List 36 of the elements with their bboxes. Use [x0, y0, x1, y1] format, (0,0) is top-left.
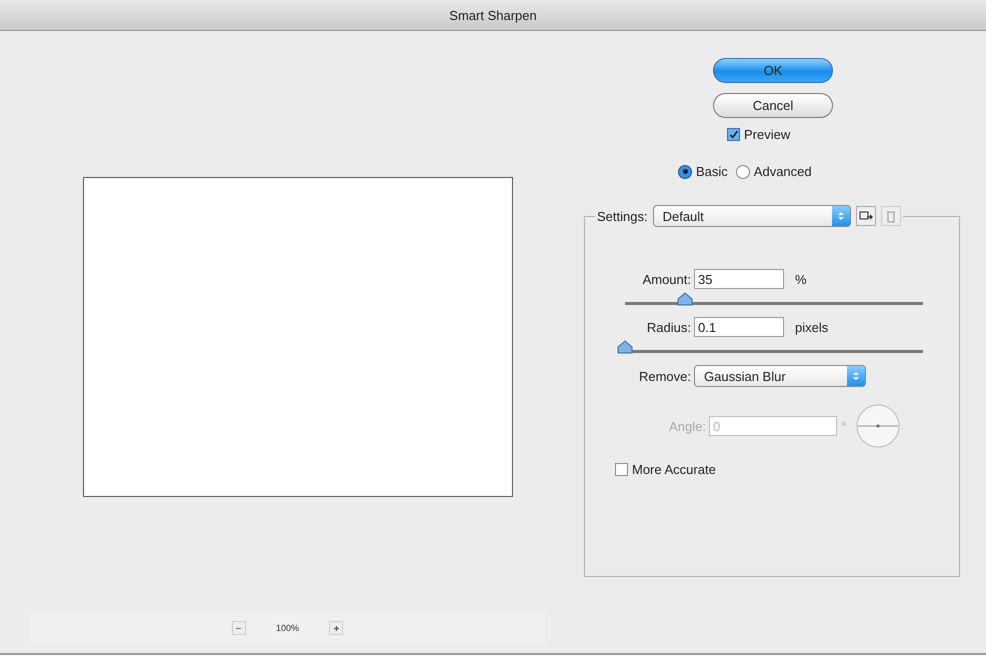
radio-label: Basic — [696, 164, 728, 179]
angle-dial[interactable] — [855, 403, 902, 449]
angle-label: Angle: — [668, 418, 706, 434]
unit-label: pixels — [795, 320, 828, 334]
plus-icon — [332, 624, 341, 632]
value-field[interactable]: 0.1 — [694, 317, 784, 337]
slider-thumb[interactable] — [676, 292, 693, 306]
parameter-label: Radius: — [646, 320, 691, 334]
remove-label: Remove: — [638, 368, 691, 384]
window-title: Smart Sharpen — [449, 8, 537, 22]
dialog-button[interactable]: OK — [713, 58, 833, 83]
more-accurate-checkbox[interactable] — [615, 463, 628, 476]
slider-thumb[interactable] — [617, 340, 633, 354]
degree-label: ° — [841, 418, 846, 434]
checkbox-label: Preview — [744, 127, 790, 142]
radio-label: Advanced — [754, 164, 812, 179]
save-settings-button[interactable] — [856, 206, 876, 226]
up-down-arrows-icon — [852, 370, 860, 382]
remove-dropdown[interactable]: Gaussian Blur — [694, 365, 866, 387]
checkbox-label: More Accurate — [632, 462, 716, 477]
preview-checkbox[interactable] — [727, 128, 740, 141]
value-field[interactable]: 35 — [694, 269, 784, 289]
delete-settings-button[interactable] — [880, 206, 901, 226]
dialog-button[interactable]: Cancel — [713, 93, 833, 118]
zoom-in-button[interactable] — [329, 621, 344, 635]
up-down-arrows-icon — [836, 210, 845, 222]
trash-icon — [886, 210, 896, 222]
unit-label: % — [795, 272, 807, 286]
box-arrow-icon — [858, 210, 873, 222]
settings-dropdown[interactable]: Default — [652, 205, 851, 227]
settings-label: Settings: — [597, 208, 648, 224]
zoom-level: 100% — [276, 623, 300, 633]
mode-radio[interactable] — [678, 164, 692, 178]
zoom-out-button[interactable] — [232, 621, 246, 635]
parameter-label: Amount: — [642, 272, 691, 286]
mode-radio[interactable] — [736, 164, 750, 178]
